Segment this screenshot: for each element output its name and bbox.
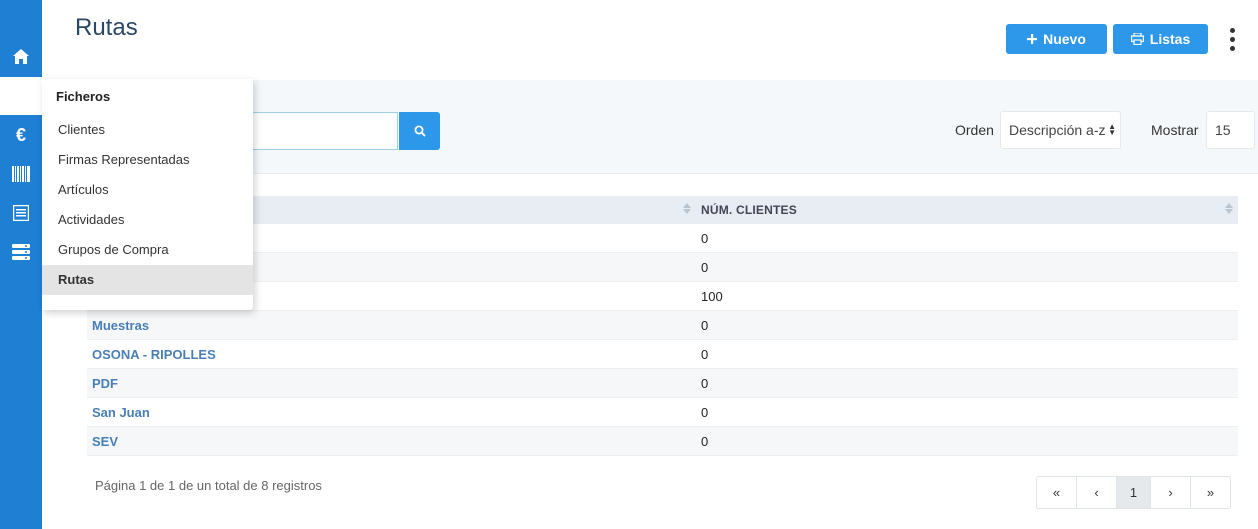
- nav-documents[interactable]: [0, 195, 42, 231]
- pagination: « ‹ 1 › »: [1036, 476, 1231, 509]
- lists-button-label: Listas: [1149, 31, 1191, 47]
- more-options-icon[interactable]: [1222, 24, 1242, 54]
- order-label: Orden: [955, 122, 994, 138]
- clients-count: 0: [701, 260, 709, 275]
- route-name[interactable]: OSONA - RIPOLLES: [92, 347, 216, 362]
- clients-count: 0: [701, 231, 709, 246]
- menu-item-rutas[interactable]: Rutas: [42, 265, 253, 295]
- search-icon: [414, 125, 426, 137]
- euro-icon: €: [15, 124, 26, 145]
- route-name[interactable]: PDF: [92, 376, 118, 391]
- table-row[interactable]: Muestras 0: [87, 311, 1238, 340]
- sort-icon[interactable]: [683, 203, 691, 217]
- table-row[interactable]: PDF 0: [87, 369, 1238, 398]
- plus-icon: [1027, 34, 1038, 44]
- search-button[interactable]: [399, 112, 440, 150]
- last-page-button[interactable]: »: [1190, 476, 1231, 509]
- page-title: Rutas: [75, 14, 138, 41]
- printer-icon: [1130, 33, 1144, 45]
- prev-page-button[interactable]: ‹: [1076, 476, 1117, 509]
- show-select-value: 15: [1215, 122, 1231, 138]
- sort-icon[interactable]: [1225, 203, 1233, 217]
- barcode-icon: [12, 166, 30, 182]
- new-button[interactable]: Nuevo: [1006, 24, 1107, 54]
- order-select-value: Descripción a-z: [1009, 122, 1106, 138]
- select-arrows-icon: ▲ ▼: [1108, 122, 1116, 137]
- table-row[interactable]: San Juan 0: [87, 398, 1238, 427]
- sidebar-rail: €: [0, 0, 42, 529]
- folder-icon: [21, 96, 22, 97]
- home-icon: [13, 48, 29, 64]
- clients-count: 0: [701, 318, 709, 333]
- table-row[interactable]: OSONA - RIPOLLES 0: [87, 340, 1238, 369]
- show-label: Mostrar: [1151, 122, 1199, 138]
- nav-billing[interactable]: €: [0, 117, 42, 153]
- show-select[interactable]: 15: [1206, 111, 1255, 149]
- table-row[interactable]: 0: [87, 253, 1238, 282]
- server-icon: [12, 244, 30, 260]
- nav-articles[interactable]: [0, 156, 42, 192]
- menu-item-actividades[interactable]: Actividades: [42, 205, 253, 235]
- clients-count: 0: [701, 434, 709, 449]
- first-page-button[interactable]: «: [1036, 476, 1077, 509]
- menu-header: Ficheros: [56, 89, 111, 104]
- lists-button[interactable]: Listas: [1113, 24, 1208, 54]
- files-menu: Ficheros Clientes Firmas Representadas A…: [42, 79, 253, 310]
- table-row[interactable]: SEV 0: [87, 427, 1238, 456]
- column-header-clients[interactable]: NÚM. CLIENTES: [701, 196, 797, 224]
- nav-settings[interactable]: [0, 234, 42, 270]
- table-row[interactable]: 100: [87, 282, 1238, 311]
- records-summary: Página 1 de 1 de un total de 8 registros: [95, 478, 322, 493]
- menu-item-firmas[interactable]: Firmas Representadas: [42, 145, 253, 175]
- clients-count: 0: [701, 405, 709, 420]
- route-name[interactable]: Muestras: [92, 318, 149, 333]
- table-header: NÚM. CLIENTES: [87, 196, 1238, 224]
- new-button-label: Nuevo: [1043, 31, 1086, 47]
- menu-item-articulos[interactable]: Artículos: [42, 175, 253, 205]
- menu-item-grupos[interactable]: Grupos de Compra: [42, 235, 253, 265]
- clients-count: 0: [701, 347, 709, 362]
- route-name[interactable]: SEV: [92, 434, 118, 449]
- nav-home[interactable]: [0, 38, 42, 74]
- nav-files[interactable]: [0, 77, 42, 115]
- next-page-button[interactable]: ›: [1150, 476, 1191, 509]
- table-row[interactable]: 0: [87, 224, 1238, 253]
- clients-count: 100: [701, 289, 723, 304]
- menu-item-clientes[interactable]: Clientes: [42, 115, 253, 145]
- document-list-icon: [13, 205, 29, 221]
- current-page-button[interactable]: 1: [1116, 476, 1151, 509]
- order-select[interactable]: Descripción a-z ▲ ▼: [1000, 111, 1121, 149]
- clients-count: 0: [701, 376, 709, 391]
- search-input[interactable]: [240, 112, 398, 150]
- route-name[interactable]: San Juan: [92, 405, 150, 420]
